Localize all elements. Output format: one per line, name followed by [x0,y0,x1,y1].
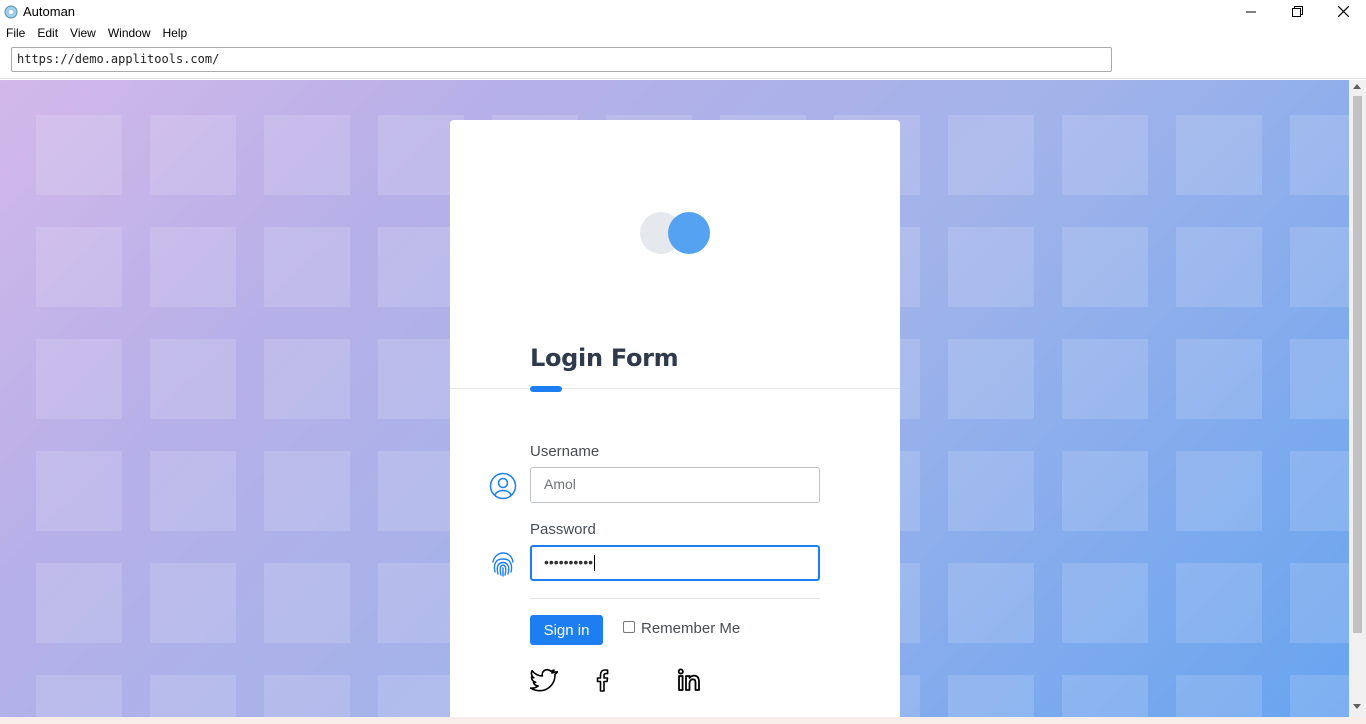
background-tile [948,563,1034,643]
app-logo-icon [4,5,18,18]
background-tile [36,227,122,307]
background-tile [150,339,236,419]
web-viewport: Login Form Username Amol Password ••••••… [0,80,1349,717]
username-label: Username [530,443,600,460]
background-tile [1062,451,1148,531]
background-tile [36,675,122,717]
background-tile [36,451,122,531]
text-caret [594,555,596,572]
menu-view[interactable]: View [64,26,102,40]
password-input[interactable]: •••••••••• [530,545,820,581]
background-tile [1176,675,1262,717]
background-tile [150,675,236,717]
twitter-icon[interactable] [530,666,558,694]
login-card: Login Form Username Amol Password ••••••… [450,120,900,717]
background-tile [1062,563,1148,643]
sign-in-button[interactable]: Sign in [530,615,603,645]
logo-circle-blue [668,212,710,254]
facebook-icon[interactable] [589,666,617,694]
menu-edit[interactable]: Edit [31,26,64,40]
site-logo [640,212,712,254]
background-tile [1290,115,1349,195]
remember-me-checkbox[interactable] [623,621,635,633]
menu-window[interactable]: Window [102,26,157,40]
background-tile [264,451,350,531]
url-input[interactable]: https://demo.applitools.com/ [11,47,1112,72]
fingerprint-icon [492,552,514,577]
linkedin-icon[interactable] [676,666,704,694]
background-tile [36,115,122,195]
background-tile [1176,115,1262,195]
window-title: Automan [23,4,76,19]
close-button[interactable] [1320,0,1366,23]
vertical-scrollbar[interactable] [1349,80,1366,717]
background-tile [150,563,236,643]
scroll-up-arrow-icon[interactable] [1353,84,1361,89]
window-titlebar: Automan [0,0,1366,23]
background-tile [150,115,236,195]
remember-me-label[interactable]: Remember Me [641,620,740,637]
address-bar-area: https://demo.applitools.com/ [0,43,1366,79]
window-bottom-edge [0,717,1366,724]
menu-help[interactable]: Help [157,26,194,40]
background-tile [264,563,350,643]
scrollbar-thumb[interactable] [1353,96,1362,633]
page-title: Login Form [530,344,679,372]
background-tile [1176,451,1262,531]
background-tile [36,339,122,419]
minimize-button[interactable] [1228,0,1274,23]
background-tile [948,339,1034,419]
background-tile [948,227,1034,307]
background-tile [948,675,1034,717]
title-accent-bar [530,386,562,392]
background-tile [1062,115,1148,195]
close-icon [1337,6,1349,17]
background-tile [1290,339,1349,419]
background-tile [1290,675,1349,717]
background-tile [1290,451,1349,531]
background-tile [1062,227,1148,307]
background-tile [1062,675,1148,717]
minimize-icon [1246,11,1256,12]
background-tile [36,563,122,643]
title-divider [450,388,900,389]
background-tile [1176,339,1262,419]
background-tile [1290,563,1349,643]
background-tile [1176,227,1262,307]
user-icon [489,472,517,500]
window-controls [1228,0,1366,23]
background-tile [264,339,350,419]
username-input[interactable]: Amol [530,467,820,503]
background-tile [150,227,236,307]
password-label: Password [530,521,596,538]
restore-icon [1291,6,1303,17]
background-tile [264,675,350,717]
background-tile [1176,563,1262,643]
menu-file[interactable]: File [0,26,31,40]
password-value: •••••••••• [544,554,594,570]
background-tile [1062,339,1148,419]
form-divider [530,598,820,599]
background-tile [264,227,350,307]
menu-bar: File Edit View Window Help [0,23,1366,43]
restore-button[interactable] [1274,0,1320,23]
scroll-down-arrow-icon[interactable] [1353,704,1361,709]
background-tile [264,115,350,195]
background-tile [948,115,1034,195]
background-tile [948,451,1034,531]
background-tile [150,451,236,531]
background-tile [1290,227,1349,307]
